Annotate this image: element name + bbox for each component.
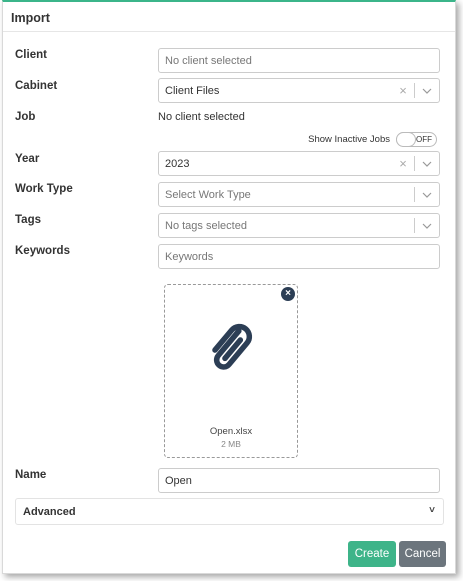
chevron-down-icon[interactable]	[415, 214, 439, 237]
chevron-down-icon[interactable]	[415, 183, 439, 206]
file-dropzone[interactable]: × Open.xlsx 2 MB	[164, 284, 298, 458]
paperclip-icon	[212, 323, 253, 370]
show-inactive-jobs-toggle[interactable]: OFF	[396, 132, 437, 147]
show-inactive-jobs-row: Show Inactive Jobs OFF	[308, 132, 437, 147]
create-button[interactable]: Create	[348, 541, 396, 567]
cabinet-label: Cabinet	[15, 80, 58, 92]
clear-icon[interactable]: ×	[392, 156, 414, 171]
show-inactive-jobs-label: Show Inactive Jobs	[308, 134, 390, 145]
year-select-value: 2023	[165, 157, 190, 170]
chevron-down-icon[interactable]	[415, 79, 439, 102]
client-select-text: No client selected	[165, 54, 252, 67]
file-name: Open.xlsx	[209, 426, 253, 437]
work-type-select[interactable]: Select Work Type	[158, 182, 440, 207]
toggle-state: OFF	[416, 135, 432, 144]
import-dialog: Import Client No client selected Cabinet…	[2, 0, 456, 574]
job-value: No client selected	[158, 111, 245, 123]
cabinet-select[interactable]: Client Files ×	[158, 78, 440, 103]
advanced-section-toggle[interactable]: Advanced ˅	[15, 498, 444, 525]
advanced-label: Advanced	[23, 505, 76, 518]
year-select[interactable]: 2023 ×	[158, 151, 440, 176]
dialog-title: Import	[3, 2, 455, 32]
toggle-knob	[396, 132, 416, 147]
chevron-down-icon: ˅	[429, 505, 435, 516]
name-label: Name	[15, 469, 47, 481]
chevron-down-icon[interactable]	[415, 152, 439, 175]
year-label: Year	[15, 153, 40, 165]
keywords-label: Keywords	[15, 245, 70, 257]
name-input-value: Open	[165, 474, 192, 487]
remove-file-icon[interactable]: ×	[281, 287, 295, 301]
keywords-input-text: Keywords	[165, 250, 214, 263]
job-label: Job	[15, 111, 36, 123]
client-label: Client	[15, 49, 47, 61]
clear-icon[interactable]: ×	[392, 83, 414, 98]
tags-select[interactable]: No tags selected	[158, 213, 440, 238]
cancel-button[interactable]: Cancel	[399, 541, 446, 567]
cabinet-select-value: Client Files	[165, 84, 220, 97]
client-select[interactable]: No client selected	[158, 48, 440, 73]
work-type-label: Work Type	[15, 183, 73, 195]
tags-select-text: No tags selected	[165, 219, 247, 232]
tags-label: Tags	[15, 214, 41, 226]
file-size: 2 MB	[221, 439, 241, 449]
work-type-select-text: Select Work Type	[165, 188, 251, 201]
name-input[interactable]: Open	[158, 468, 440, 493]
keywords-input[interactable]: Keywords	[158, 244, 440, 269]
